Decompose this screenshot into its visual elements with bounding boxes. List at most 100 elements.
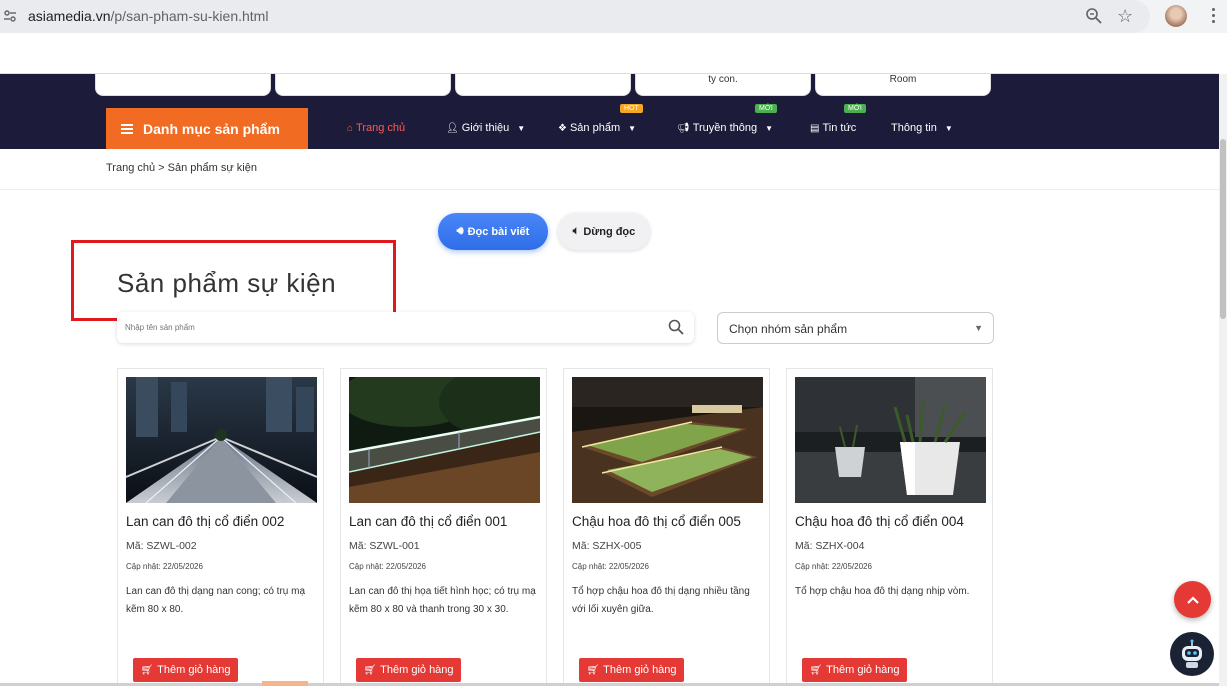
newspaper-icon: ▤ xyxy=(810,123,820,134)
product-name[interactable]: Chậu hoa đô thị cổ điển 004 xyxy=(795,514,964,529)
nav-media[interactable]: 📢︎ Truyền thông ▼ xyxy=(677,122,773,134)
nav-news[interactable]: ▤ Tin tức xyxy=(810,122,856,134)
product-group-selected: Chọn nhóm sản phẩm xyxy=(729,322,848,336)
feature-card[interactable]: ty con. xyxy=(635,74,811,96)
top-feature-cards: ty con. Room xyxy=(0,74,1219,96)
product-updated-date: Cập nhật: 22/05/2026 xyxy=(795,562,872,571)
nav-home[interactable]: ⌂ Trang chủ xyxy=(347,122,405,134)
cart-icon: 🛒︎ xyxy=(809,664,823,676)
speaker-mute-icon: 🔈︎ xyxy=(572,225,580,237)
zoom-icon[interactable] xyxy=(1085,7,1103,30)
cart-icon: 🛒︎ xyxy=(140,664,154,676)
product-card[interactable]: Chậu hoa đô thị cổ điển 005 Mã: SZHX-005… xyxy=(563,368,770,686)
add-to-cart-label: Thêm giỏ hàng xyxy=(603,664,677,676)
cart-icon: 🛒︎ xyxy=(363,664,377,676)
nav-products[interactable]: ❖ Sản phẩm ▼ xyxy=(558,122,636,134)
product-image[interactable] xyxy=(126,377,317,503)
page-scrollbar[interactable] xyxy=(1219,74,1227,686)
hot-badge: HOT xyxy=(620,104,643,113)
nav-news-label: Tin tức xyxy=(822,122,857,134)
feature-card[interactable] xyxy=(95,74,271,96)
add-to-cart-button[interactable]: 🛒︎ Thêm giỏ hàng xyxy=(356,658,461,682)
site-info-icon[interactable] xyxy=(3,9,17,23)
add-to-cart-button[interactable]: 🛒︎ Thêm giỏ hàng xyxy=(579,658,684,682)
new-badge: MỚI xyxy=(755,104,777,113)
product-group-select[interactable]: Chọn nhóm sản phẩm ▼ xyxy=(717,312,994,344)
product-updated-date: Cập nhật: 22/05/2026 xyxy=(572,562,649,571)
caret-down-icon: ▼ xyxy=(628,124,637,133)
add-to-cart-label: Thêm giỏ hàng xyxy=(380,664,454,676)
chevron-down-icon: ▼ xyxy=(974,323,983,333)
feature-card-text: Room xyxy=(889,74,917,85)
stop-reading-label: Dừng đọc xyxy=(583,225,636,238)
add-to-cart-label: Thêm giỏ hàng xyxy=(826,664,900,676)
search-icon[interactable] xyxy=(668,319,684,340)
product-code: Mã: SZHX-004 xyxy=(795,540,865,552)
breadcrumb[interactable]: Trang chủ > Sản phẩm sự kiện xyxy=(106,162,257,174)
bookmark-star-icon[interactable]: ☆ xyxy=(1117,6,1133,27)
bottom-accent xyxy=(262,681,308,686)
product-name[interactable]: Lan can đô thị cổ điển 002 xyxy=(126,514,284,529)
caret-down-icon: ▼ xyxy=(765,124,774,133)
product-card[interactable]: Chậu hoa đô thị cổ điển 004 Mã: SZHX-004… xyxy=(786,368,993,686)
read-article-label: Đọc bài viết xyxy=(467,225,530,238)
speaker-icon: 🔊︎ xyxy=(456,225,464,237)
back-to-top-button[interactable] xyxy=(1174,581,1211,618)
product-card[interactable]: Lan can đô thị cổ điển 001 Mã: SZWL-001 … xyxy=(340,368,547,686)
address-bar[interactable]: asiamedia.vn/p/san-pham-su-kien.html xyxy=(0,0,1150,33)
product-name[interactable]: Lan can đô thị cổ điển 001 xyxy=(349,514,507,529)
add-to-cart-button[interactable]: 🛒︎ Thêm giỏ hàng xyxy=(133,658,238,682)
product-image[interactable] xyxy=(572,377,763,503)
url-domain: asiamedia.vn xyxy=(28,8,111,24)
cart-icon: 🛒︎ xyxy=(586,664,600,676)
product-name[interactable]: Chậu hoa đô thị cổ điển 005 xyxy=(572,514,741,529)
feature-card[interactable] xyxy=(455,74,631,96)
nav-home-label: Trang chủ xyxy=(356,122,406,134)
add-to-cart-label: Thêm giỏ hàng xyxy=(157,664,231,676)
profile-avatar[interactable] xyxy=(1165,5,1187,27)
robot-icon xyxy=(1182,639,1202,668)
feature-card[interactable]: Room xyxy=(815,74,991,96)
nav-info[interactable]: Thông tin ▼ xyxy=(891,122,953,134)
divider xyxy=(0,189,1219,190)
chatbot-robot-button[interactable] xyxy=(1170,632,1214,676)
product-image[interactable] xyxy=(795,377,986,503)
nav-info-label: Thông tin xyxy=(891,122,937,134)
chevron-up-icon xyxy=(1186,595,1199,604)
caret-down-icon: ▼ xyxy=(517,124,526,133)
new-badge: MỚI xyxy=(844,104,866,113)
menu-button-label: Danh mục sản phẩm xyxy=(143,120,280,137)
product-description: Lan can đô thị họa tiết hình học; có trụ… xyxy=(349,586,536,615)
feature-card-text: ty con. xyxy=(708,74,738,85)
nav-media-label: Truyền thông xyxy=(692,122,758,134)
nav-products-label: Sản phẩm xyxy=(569,122,621,134)
scrollbar-thumb[interactable] xyxy=(1220,139,1226,319)
product-code: Mã: SZWL-001 xyxy=(349,540,420,552)
caret-down-icon: ▼ xyxy=(944,124,953,133)
nav-about-label: Giới thiệu xyxy=(461,122,510,134)
product-category-menu-button[interactable]: Danh mục sản phẩm xyxy=(106,108,308,149)
product-description: Tổ hợp chậu hoa đô thị dạng nhiều tầng v… xyxy=(572,586,750,615)
product-search-box xyxy=(117,312,694,343)
stop-reading-button[interactable]: 🔈︎ Dừng đọc xyxy=(558,213,650,250)
cubes-icon: ❖ xyxy=(558,123,567,134)
nav-about[interactable]: 👤︎ Giới thiệu ▼ xyxy=(446,122,525,134)
add-to-cart-button[interactable]: 🛒︎ Thêm giỏ hàng xyxy=(802,658,907,682)
page-title: Sản phẩm sự kiện xyxy=(117,268,337,298)
user-icon: 👤︎ xyxy=(446,123,459,134)
product-code: Mã: SZHX-005 xyxy=(572,540,642,552)
product-updated-date: Cập nhật: 22/05/2026 xyxy=(126,562,203,571)
browser-menu-icon[interactable] xyxy=(1203,5,1223,29)
product-description: Tổ hợp chậu hoa đô thị dạng nhịp vòm. xyxy=(795,586,970,597)
home-icon: ⌂ xyxy=(347,123,354,134)
product-image[interactable] xyxy=(349,377,540,503)
feature-card[interactable] xyxy=(275,74,451,96)
read-article-button[interactable]: 🔊︎ Đọc bài viết xyxy=(438,213,548,250)
megaphone-icon: 📢︎ xyxy=(677,123,690,134)
hamburger-icon xyxy=(121,123,133,134)
product-updated-date: Cập nhật: 22/05/2026 xyxy=(349,562,426,571)
url-path: /p/san-pham-su-kien.html xyxy=(110,8,269,24)
product-card[interactable]: Lan can đô thị cổ điển 002 Mã: SZWL-002 … xyxy=(117,368,324,686)
search-input[interactable] xyxy=(125,316,655,338)
product-description: Lan can đô thị dạng nan cong; có trụ mạ … xyxy=(126,586,306,615)
